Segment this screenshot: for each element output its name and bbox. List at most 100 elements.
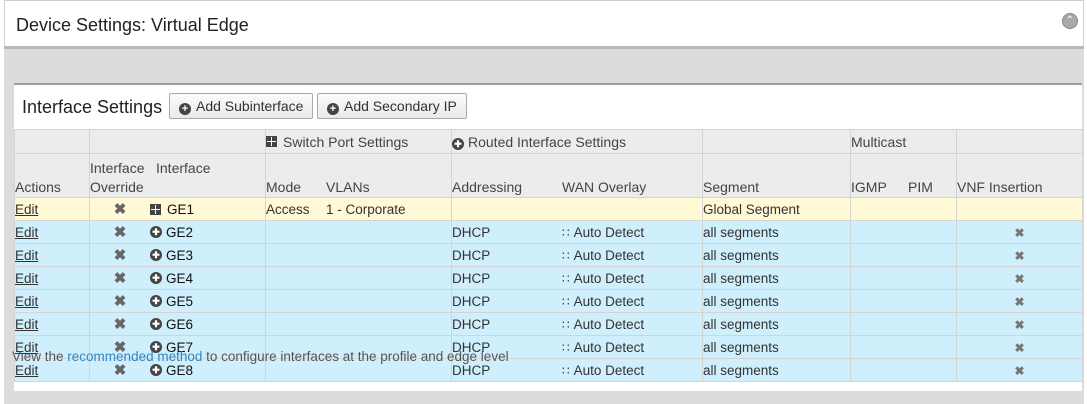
auto-detect-icon: ∷ — [562, 248, 570, 263]
recommended-method-link[interactable]: recommended method — [67, 349, 202, 364]
vlans-value: 1 - Corporate — [326, 201, 406, 217]
col-wan-overlay[interactable]: WAN Overlay — [562, 178, 646, 197]
edit-link[interactable]: Edit — [15, 317, 38, 332]
col-interface-override[interactable]: Interface Override — [90, 159, 156, 197]
multicast-cell — [850, 220, 957, 244]
routed-interface-icon: ✚ — [150, 272, 162, 284]
override-disabled[interactable]: ✖ — [90, 246, 150, 264]
addressing-wan-cell: DHCP ∷ Auto Detect — [451, 266, 703, 290]
override-disabled[interactable]: ✖ — [90, 269, 150, 287]
group-header-routed: ✚ Routed Interface Settings — [451, 129, 703, 154]
col-igmp[interactable]: IGMP — [851, 178, 908, 197]
multicast-cell — [850, 335, 957, 359]
col-pim[interactable]: PIM — [908, 178, 933, 197]
auto-detect-icon: ∷ — [562, 363, 570, 378]
col-vnf-insertion[interactable]: VNF Insertion — [956, 153, 1083, 198]
multicast-cell — [850, 197, 957, 221]
col-interface[interactable]: Interface — [156, 159, 210, 197]
segment-cell: Global Segment — [702, 197, 851, 221]
override-interface-cell: ✖ ✚ GE2 — [89, 220, 266, 244]
routed-interface-icon: ✚ — [150, 364, 162, 376]
actions-cell: Edit — [14, 243, 90, 267]
routed-interface-icon: ✚ — [150, 318, 162, 330]
edit-link[interactable]: Edit — [15, 271, 38, 286]
addressing-wan-cell: DHCP ∷ Auto Detect — [451, 243, 703, 267]
actions-cell: Edit — [14, 197, 90, 221]
page-title: Device Settings: Virtual Edge — [16, 15, 249, 35]
col-addressing-wan: Addressing WAN Overlay — [451, 153, 703, 198]
wan-overlay-label: Auto Detect — [573, 247, 645, 263]
interface-settings-section: Interface Settings + Add Subinterface + Ad… — [14, 83, 1083, 391]
add-subinterface-button[interactable]: + Add Subinterface — [169, 93, 314, 119]
col-mode[interactable]: Mode — [266, 178, 326, 197]
wan-overlay-label: Auto Detect — [573, 224, 645, 240]
addressing-value: DHCP — [452, 247, 491, 263]
actions-cell: Edit — [14, 266, 90, 290]
col-igmp-pim: IGMP PIM — [850, 153, 957, 198]
wan-overlay-value: ∷ Auto Detect — [562, 271, 644, 286]
group-header-empty — [14, 129, 90, 154]
close-icon: ✖ — [1014, 317, 1025, 332]
wan-overlay-value: ∷ Auto Detect — [562, 317, 644, 332]
mode-value: Access — [266, 201, 310, 217]
footnote-suffix: to configure interfaces at the profile a… — [202, 349, 509, 364]
vnf-insertion-cell: ✖ — [956, 266, 1083, 290]
edit-link[interactable]: Edit — [15, 225, 38, 240]
table-row[interactable]: Edit ✖ ✚ GE4 DHCP ∷ Auto Detect all segments ✖ — [14, 266, 1083, 290]
table-row[interactable]: Edit ✖ GE1 Access 1 - Corporate Global Segmen… — [14, 197, 1083, 221]
col-segment[interactable]: Segment — [702, 153, 851, 198]
multicast-cell — [850, 358, 957, 382]
close-icon: ✖ — [113, 293, 127, 310]
interface-label: GE3 — [166, 247, 194, 263]
vnf-insertion-cell: ✖ — [956, 312, 1083, 336]
chevron-up-icon[interactable]: ⌃ — [1062, 13, 1078, 29]
switch-port-icon — [150, 203, 161, 215]
multicast-cell — [850, 312, 957, 336]
section-title: Interface Settings — [22, 97, 163, 117]
footnote-prefix: View the — [12, 349, 68, 364]
routed-interface-icon: ✚ — [150, 226, 162, 238]
override-disabled[interactable]: ✖ — [90, 200, 150, 218]
segment-cell: all segments — [702, 335, 851, 359]
actions-cell: Edit — [14, 289, 90, 313]
wan-overlay-label: Auto Detect — [573, 270, 645, 286]
table-row[interactable]: Edit ✖ ✚ GE2 DHCP ∷ Auto Detect all segments ✖ — [14, 220, 1083, 244]
auto-detect-icon: ∷ — [562, 317, 570, 332]
table-row[interactable]: Edit ✖ ✚ GE6 DHCP ∷ Auto Detect all segments ✖ — [14, 312, 1083, 336]
addressing-value: DHCP — [452, 224, 491, 240]
interface-label: GE5 — [166, 293, 194, 309]
interface-label: GE6 — [166, 316, 194, 332]
close-icon: ✖ — [113, 316, 127, 333]
edit-link[interactable]: Edit — [15, 248, 38, 263]
override-disabled[interactable]: ✖ — [90, 223, 150, 241]
auto-detect-icon: ∷ — [562, 271, 570, 286]
addressing-wan-cell: DHCP ∷ Auto Detect — [451, 312, 703, 336]
auto-detect-icon: ∷ — [562, 294, 570, 309]
override-disabled[interactable]: ✖ — [90, 315, 150, 333]
edit-link[interactable]: Edit — [15, 294, 38, 309]
table-row[interactable]: Edit ✖ ✚ GE5 DHCP ∷ Auto Detect all segments ✖ — [14, 289, 1083, 313]
mode-vlans-cell — [265, 243, 452, 267]
add-secondary-ip-button[interactable]: + Add Secondary IP — [317, 93, 467, 119]
wan-overlay-label: Auto Detect — [573, 293, 645, 309]
close-icon: ✖ — [113, 270, 127, 287]
edit-link[interactable]: Edit — [15, 202, 38, 217]
interface-name: ✚ GE3 — [150, 246, 193, 264]
col-vlans[interactable]: VLANs — [326, 178, 370, 197]
col-override-interface: Interface Override Interface — [89, 153, 266, 198]
interface-name: ✚ GE2 — [150, 223, 193, 241]
table-row[interactable]: Edit ✖ ✚ GE3 DHCP ∷ Auto Detect all segments ✖ — [14, 243, 1083, 267]
segment-cell: all segments — [702, 266, 851, 290]
group-header-empty — [89, 129, 266, 154]
wan-overlay-value: ∷ Auto Detect — [562, 340, 644, 355]
addressing-wan-cell — [451, 197, 703, 221]
wan-overlay-label: Auto Detect — [573, 339, 645, 355]
override-interface-cell: ✖ ✚ GE6 — [89, 312, 266, 336]
col-actions[interactable]: Actions — [14, 153, 90, 198]
actions-cell: Edit — [14, 312, 90, 336]
col-addressing[interactable]: Addressing — [452, 178, 562, 197]
override-disabled[interactable]: ✖ — [90, 292, 150, 310]
segment-cell: all segments — [702, 312, 851, 336]
edit-link[interactable]: Edit — [15, 363, 38, 378]
switch-port-header-label: Switch Port Settings — [283, 133, 409, 150]
